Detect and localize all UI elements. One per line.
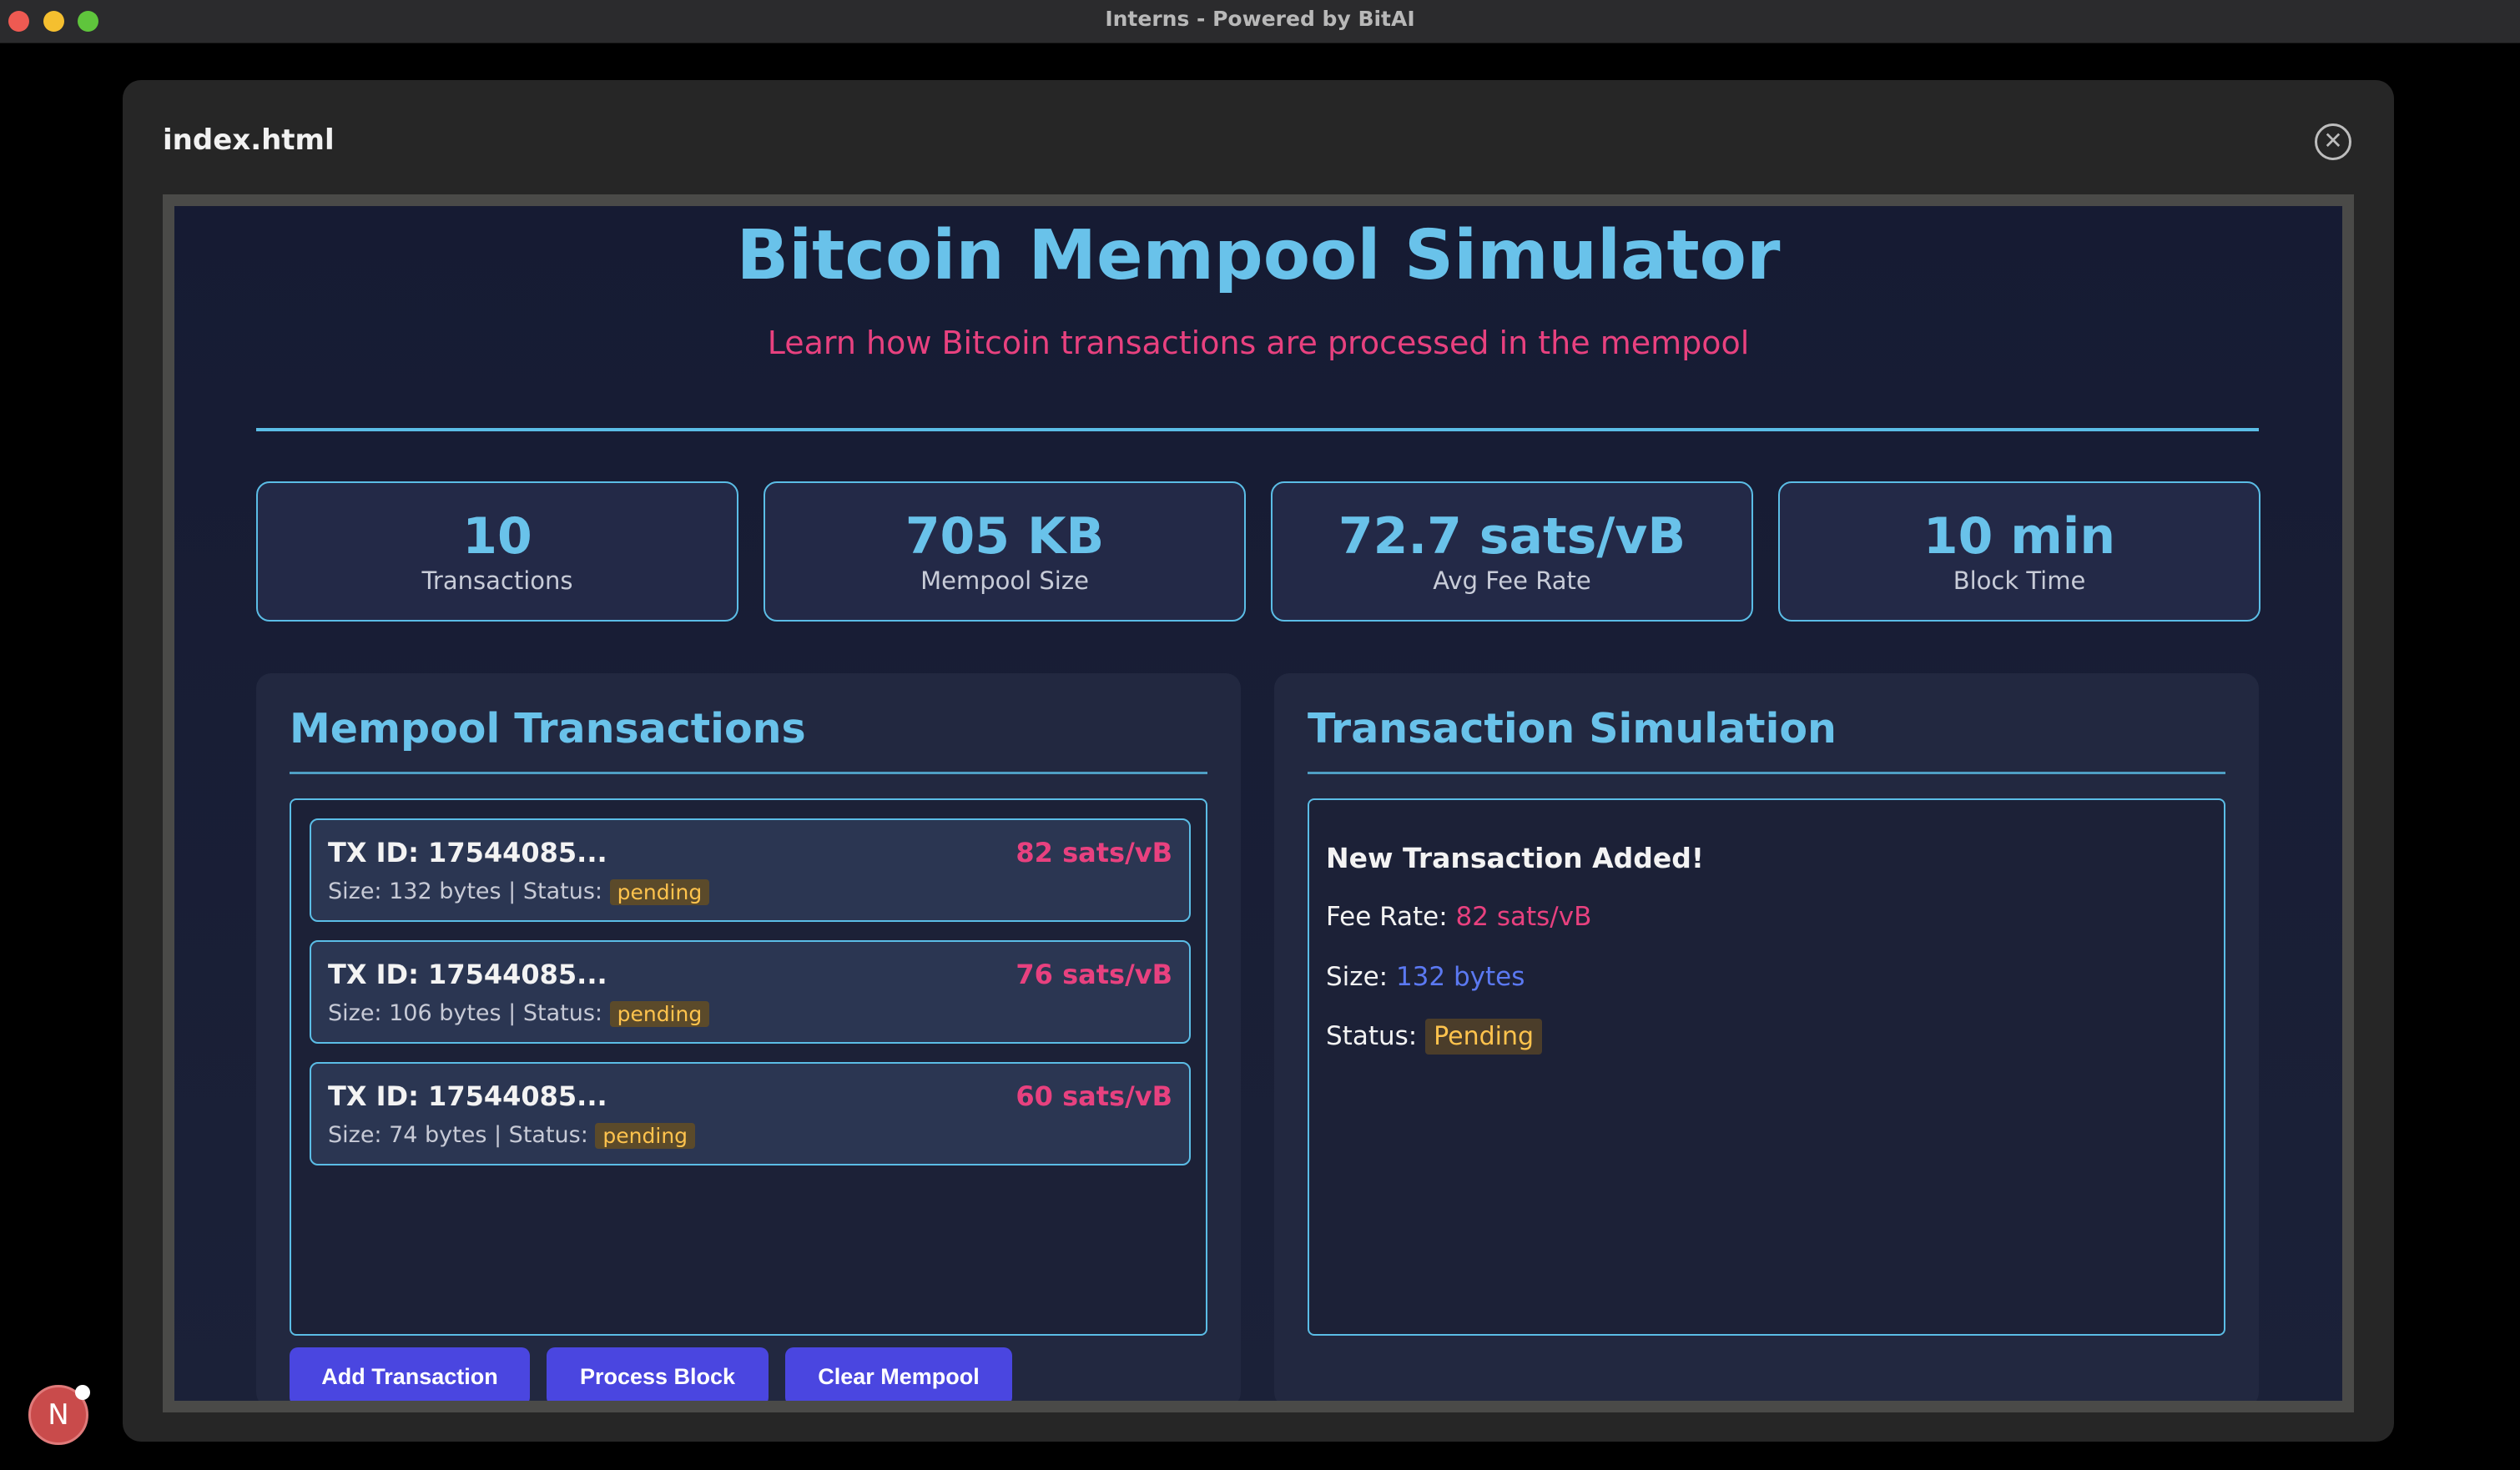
fee-rate-value: 82 sats/vB [1455, 902, 1592, 932]
add-transaction-button[interactable]: Add Transaction [290, 1347, 530, 1401]
status-badge: Pending [1425, 1019, 1543, 1055]
stat-card-mempool-size: 705 KB Mempool Size [764, 481, 1246, 622]
window-titlebar: Interns - Powered by BitAI [0, 0, 2520, 43]
transaction-meta: Size: 132 bytes | Status: pending [328, 878, 710, 905]
mempool-panel: Mempool Transactions TX ID: 17544085... … [256, 673, 1241, 1401]
status-badge: pending [595, 1123, 696, 1149]
simulation-panel-title: Transaction Simulation [1308, 705, 1837, 753]
simulation-heading: New Transaction Added! [1326, 842, 1704, 874]
stat-label: Mempool Size [920, 566, 1089, 595]
transaction-meta: Size: 74 bytes | Status: pending [328, 1122, 696, 1149]
panel-divider [1308, 772, 2225, 774]
stat-value: 72.7 sats/vB [1338, 507, 1686, 566]
preview-frame: Bitcoin Mempool Simulator Learn how Bitc… [163, 194, 2354, 1412]
status-badge: pending [609, 1001, 710, 1027]
transaction-id: TX ID: 17544085... [328, 837, 607, 868]
transaction-fee: 76 sats/vB [1016, 959, 1172, 990]
transaction-list[interactable]: TX ID: 17544085... 82 sats/vB Size: 132 … [290, 798, 1207, 1336]
transaction-id: TX ID: 17544085... [328, 1080, 607, 1112]
transaction-item[interactable]: TX ID: 17544085... 60 sats/vB Size: 74 b… [310, 1062, 1191, 1165]
simulation-fee-row: Fee Rate: 82 sats/vB [1326, 902, 1591, 932]
transaction-id: TX ID: 17544085... [328, 959, 607, 990]
transaction-size: Size: 74 bytes | Status: [328, 1122, 588, 1148]
size-label: Size: [1326, 962, 1389, 992]
status-label: Status: [1326, 1021, 1418, 1051]
simulation-size-row: Size: 132 bytes [1326, 962, 1525, 992]
stat-label: Avg Fee Rate [1433, 566, 1591, 595]
mempool-panel-title: Mempool Transactions [290, 705, 806, 753]
stat-card-block-time: 10 min Block Time [1778, 481, 2260, 622]
modal-title: index.html [163, 123, 335, 157]
size-value: 132 bytes [1395, 962, 1525, 992]
process-block-button[interactable]: Process Block [547, 1347, 769, 1401]
transaction-meta: Size: 106 bytes | Status: pending [328, 1000, 710, 1027]
simulation-panel: Transaction Simulation New Transaction A… [1274, 673, 2259, 1401]
transaction-fee: 60 sats/vB [1016, 1080, 1172, 1112]
page-title: Bitcoin Mempool Simulator [736, 216, 1781, 295]
stat-label: Transactions [421, 566, 573, 595]
close-icon[interactable]: ✕ [2315, 123, 2351, 160]
transaction-fee: 82 sats/vB [1016, 837, 1172, 868]
page-subtitle: Learn how Bitcoin transactions are proce… [767, 325, 1750, 361]
transaction-size: Size: 106 bytes | Status: [328, 1000, 602, 1026]
stat-card-transactions: 10 Transactions [256, 481, 738, 622]
stat-value: 705 KB [905, 507, 1105, 566]
transaction-size: Size: 132 bytes | Status: [328, 878, 602, 904]
simulation-status-row: Status: Pending [1326, 1019, 1543, 1055]
fee-rate-label: Fee Rate: [1326, 902, 1448, 932]
header-divider [256, 428, 2259, 431]
clear-mempool-button[interactable]: Clear Mempool [785, 1347, 1012, 1401]
transaction-item[interactable]: TX ID: 17544085... 82 sats/vB Size: 132 … [310, 818, 1191, 922]
status-badge: pending [609, 879, 710, 905]
simulation-output: New Transaction Added! Fee Rate: 82 sats… [1308, 798, 2225, 1336]
app-root: Bitcoin Mempool Simulator Learn how Bitc… [174, 206, 2342, 1401]
panel-divider [290, 772, 1207, 774]
transaction-item[interactable]: TX ID: 17544085... 76 sats/vB Size: 106 … [310, 940, 1191, 1044]
window-title: Interns - Powered by BitAI [1105, 7, 1415, 31]
stat-card-avg-fee-rate: 72.7 sats/vB Avg Fee Rate [1271, 481, 1753, 622]
stat-value: 10 [462, 507, 532, 566]
notification-dot [75, 1385, 90, 1400]
preview-modal: index.html ✕ Bitcoin Mempool Simulator L… [123, 80, 2394, 1442]
stat-value: 10 min [1923, 507, 2116, 566]
stat-label: Block Time [1953, 566, 2086, 595]
